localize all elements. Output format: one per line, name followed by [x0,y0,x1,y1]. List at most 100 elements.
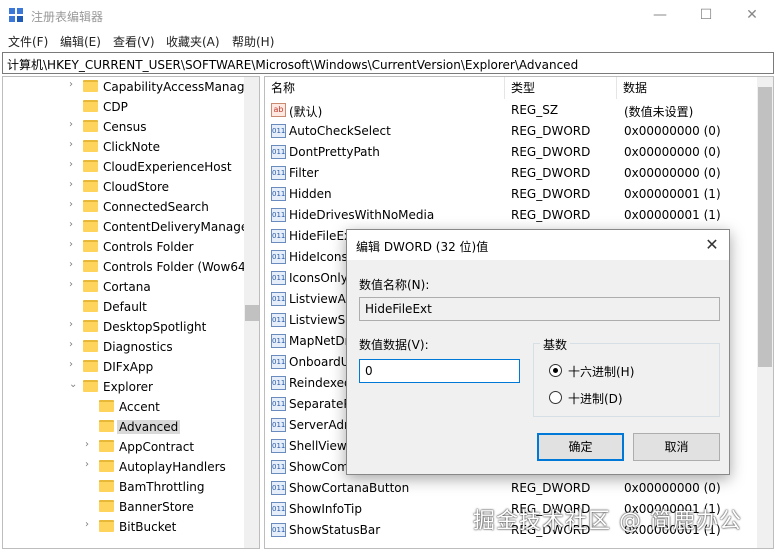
tree-item[interactable]: › ClickNote [3,137,243,157]
close-button[interactable]: ✕ [729,0,775,30]
menu-file[interactable]: 文件(F) [8,33,48,50]
column-header-name[interactable]: 名称 [265,77,505,99]
dec-radio[interactable] [549,391,562,404]
folder-icon [83,340,98,352]
folder-icon [83,360,98,372]
chevron-right-icon[interactable]: › [69,279,79,290]
chevron-right-icon[interactable]: › [69,359,79,370]
value-row[interactable]: 011 HideDrivesWithNoMedia REG_DWORD 0x00000… [265,205,765,226]
dword-value-icon: 011 [271,187,286,201]
maximize-button[interactable]: ☐ [683,0,729,30]
value-name: DontPrettyPath [289,145,380,159]
dword-value-icon: 011 [271,418,286,432]
tree-item-label: CapabilityAccessManag [103,80,245,94]
tree-item-label: Census [103,120,147,134]
value-row[interactable]: 011 AutoCheckSelect REG_DWORD 0x00000000 (0… [265,121,765,142]
folder-icon [99,500,114,512]
value-name-field: HideFileExt [359,297,720,321]
value-data-input[interactable]: 0 [359,359,520,383]
tree-item[interactable]: › CapabilityAccessManag [3,77,245,97]
value-row[interactable]: ab (默认) REG_SZ (数值未设置) [265,100,765,121]
folder-icon [83,100,98,112]
menu-favorites[interactable]: 收藏夹(A) [166,33,220,50]
tree-item[interactable]: › AppContract [3,437,243,457]
list-scrollbar[interactable] [757,77,773,548]
tree-item[interactable]: › Cortana [3,277,243,297]
value-data: 0x00000001 (1) [624,187,721,201]
chevron-right-icon[interactable]: › [69,179,79,190]
string-value-icon: ab [271,103,286,117]
dword-value-icon: 011 [271,313,286,327]
chevron-right-icon[interactable]: › [69,319,79,330]
chevron-right-icon[interactable]: › [69,239,79,250]
tree-item[interactable]: › ConnectedSearch [3,197,243,217]
tree-item[interactable]: › Controls Folder (Wow64 [3,257,246,277]
tree-item[interactable]: BamThrottling [3,477,243,497]
tree-item[interactable]: Accent [3,397,243,417]
minimize-button[interactable]: — [637,0,683,30]
value-row[interactable]: 011 ShowCortanaButton REG_DWORD 0x00000000 … [265,478,765,499]
dword-value-icon: 011 [271,439,286,453]
dword-value-icon: 011 [271,271,286,285]
tree-scrollbar[interactable] [244,77,259,548]
folder-icon [99,420,114,432]
tree-item[interactable]: BannerStore [3,497,243,517]
tree-item[interactable]: › Census [3,117,243,137]
chevron-right-icon[interactable]: › [69,339,79,350]
tree-item[interactable]: › CloudStore [3,177,243,197]
chevron-right-icon[interactable]: › [69,119,79,130]
menu-help[interactable]: 帮助(H) [232,33,274,50]
tree-item[interactable]: Advanced [3,417,243,437]
key-tree[interactable]: › CapabilityAccessManag CDP › Census › ClickNo… [2,76,260,549]
tree-item[interactable]: Default [3,297,243,317]
value-row[interactable]: 011 Hidden REG_DWORD 0x00000001 (1) [265,184,765,205]
chevron-right-icon[interactable]: › [69,199,79,210]
tree-item[interactable]: › Diagnostics [3,337,243,357]
chevron-right-icon[interactable]: › [85,439,95,450]
menu-edit[interactable]: 编辑(E) [60,33,101,50]
ok-button[interactable]: 确定 [537,433,624,461]
value-name: (默认) [289,105,323,119]
value-name: AutoCheckSelect [289,124,391,138]
tree-item-label: Controls Folder [103,240,194,254]
tree-item[interactable]: › BitBucket [3,517,243,537]
hex-radio[interactable] [549,364,562,377]
close-icon: ✕ [746,7,758,23]
column-header-data[interactable]: 数据 [617,77,759,99]
chevron-right-icon[interactable]: › [69,219,79,230]
chevron-right-icon[interactable]: › [69,259,79,270]
cancel-button[interactable]: 取消 [633,433,720,461]
column-header-type[interactable]: 类型 [505,77,617,99]
chevron-right-icon[interactable]: › [69,79,79,90]
dec-radio-label[interactable]: 十进制(D) [568,390,623,407]
chevron-right-icon[interactable]: › [85,459,95,470]
list-scroll-thumb[interactable] [758,87,772,367]
tree-item[interactable]: › Controls Folder [3,237,243,257]
tree-item[interactable]: › CloudExperienceHost [3,157,243,177]
hex-radio-label[interactable]: 十六进制(H) [568,363,634,380]
tree-item[interactable]: › DesktopSpotlight [3,317,243,337]
chevron-down-icon[interactable]: ⌄ [69,379,79,390]
tree-item[interactable]: › ContentDeliveryManage [3,217,248,237]
value-row[interactable]: 011 Filter REG_DWORD 0x00000000 (0) [265,163,765,184]
folder-icon [83,380,98,392]
value-row[interactable]: 011 DontPrettyPath REG_DWORD 0x00000000 (0) [265,142,765,163]
address-path: 计算机\HKEY_CURRENT_USER\SOFTWARE\Microsoft… [7,58,579,72]
folder-icon [99,520,114,532]
tree-item[interactable]: ⌄ Explorer [3,377,243,397]
chevron-right-icon[interactable]: › [69,159,79,170]
tree-item-label: BannerStore [119,500,194,514]
window-title: 注册表编辑器 [31,10,104,24]
address-bar[interactable]: 计算机\HKEY_CURRENT_USER\SOFTWARE\Microsoft… [2,52,774,74]
value-name: IconsOnly [289,271,348,285]
chevron-right-icon[interactable]: › [69,139,79,150]
tree-item[interactable]: › AutoplayHandlers [3,457,243,477]
dialog-close-button[interactable]: ✕ [701,234,723,256]
value-data: 0x00000001 (1) [624,208,721,222]
tree-item[interactable]: CDP [3,97,243,117]
tree-scroll-thumb[interactable] [245,305,259,321]
menu-view[interactable]: 查看(V) [113,33,155,50]
tree-item-label: ContentDeliveryManage [103,220,249,234]
tree-item[interactable]: › DIFxApp [3,357,243,377]
chevron-right-icon[interactable]: › [85,519,95,530]
